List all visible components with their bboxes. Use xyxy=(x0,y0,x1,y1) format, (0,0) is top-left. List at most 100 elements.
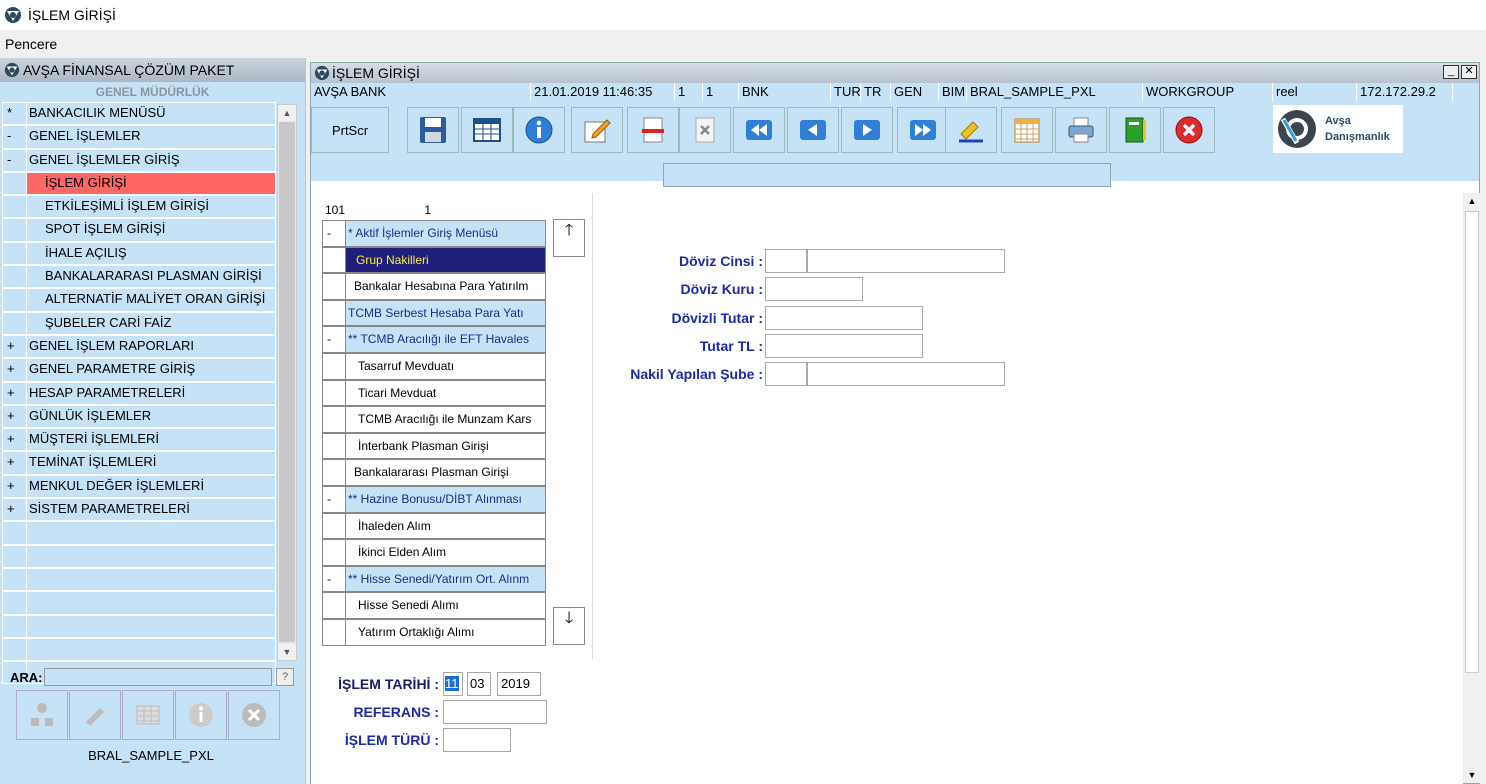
tree-item-label[interactable] xyxy=(26,567,276,592)
scroll-up-icon[interactable]: ▲ xyxy=(278,105,296,121)
list-item[interactable]: Bankalar Hesabına Para Yatırılm xyxy=(322,273,546,300)
list-item[interactable]: İhaleden Alım xyxy=(322,512,546,540)
list-item-label[interactable]: Ticari Mevduat xyxy=(346,379,546,407)
close-button[interactable] xyxy=(228,690,280,740)
tree-row[interactable] xyxy=(2,637,276,662)
list-item-label[interactable]: ** Hisse Senedi/Yatırım Ort. Alınm xyxy=(346,565,546,593)
search-input[interactable] xyxy=(44,668,272,686)
scroll-down-icon[interactable]: ▼ xyxy=(1463,767,1481,783)
list-item[interactable]: İnterbank Plasman Girişi xyxy=(322,432,546,460)
list-item[interactable]: Yatırım Ortaklığı Alımı xyxy=(322,618,546,646)
nakil-sube-code-input[interactable] xyxy=(765,362,807,386)
tree-expander[interactable]: - xyxy=(2,148,26,172)
tree-item-label[interactable] xyxy=(26,521,276,545)
right-scrollbar[interactable]: ▲ ▼ xyxy=(1463,193,1481,783)
tree-expander[interactable]: + xyxy=(2,428,26,452)
close-icon[interactable]: ✕ xyxy=(1461,65,1477,79)
tree-row[interactable]: + SİSTEM PARAMETRELERİ xyxy=(2,498,276,522)
tree-item-label[interactable]: ETKİLEŞİMLİ İŞLEM GİRİŞİ xyxy=(26,195,276,219)
cancel-button[interactable] xyxy=(679,107,731,153)
tree-row[interactable]: - GENEL İŞLEMLER xyxy=(2,125,276,149)
tree-row[interactable]: + MENKUL DEĞER İŞLEMLERİ xyxy=(2,474,276,499)
list-item-label[interactable]: TCMB Serbest Hesaba Para Yatı xyxy=(346,299,546,327)
list-item-marker[interactable] xyxy=(322,618,346,646)
help-button[interactable]: ? xyxy=(276,668,294,686)
list-item[interactable]: - * Aktif İşlemler Giriş Menüsü xyxy=(322,220,546,247)
tree-expander[interactable]: + xyxy=(2,474,26,499)
scroll-down-icon[interactable]: ▼ xyxy=(278,644,296,660)
list-item[interactable]: TCMB Aracılığı ile Munzam Kars xyxy=(322,406,546,433)
list-item-marker[interactable] xyxy=(322,539,346,566)
list-item[interactable]: Tasarruf Mevduatı xyxy=(322,352,546,380)
list-item-label[interactable]: Hisse Senedi Alımı xyxy=(346,592,546,619)
tree-expander[interactable] xyxy=(2,521,26,545)
tree-row[interactable]: BANKALARARASI PLASMAN GİRİŞİ xyxy=(2,265,276,289)
tree-item-label[interactable]: GENEL İŞLEM RAPORLARI xyxy=(26,334,276,359)
list-item-marker[interactable] xyxy=(322,406,346,433)
tree-row[interactable]: ŞUBELER CARİ FAİZ xyxy=(2,311,276,335)
tree-item-label[interactable]: GENEL İŞLEMLER GİRİŞ xyxy=(26,148,276,172)
list-item-label[interactable]: İkinci Elden Alım xyxy=(346,539,546,566)
list-item-marker[interactable]: - xyxy=(322,220,346,247)
list-item-marker[interactable]: - xyxy=(322,485,346,513)
list-item[interactable]: - ** Hazine Bonusu/DİBT Alınması xyxy=(322,485,546,513)
tree-item-label[interactable]: BANKALARARASI PLASMAN GİRİŞİ xyxy=(26,265,276,289)
tree-item-label[interactable]: MÜŞTERİ İŞLEMLERİ xyxy=(26,428,276,452)
tree-item-label[interactable]: ŞUBELER CARİ FAİZ xyxy=(26,311,276,335)
list-item-marker[interactable] xyxy=(322,512,346,540)
tree-expander[interactable]: * xyxy=(2,102,26,126)
tree-item-label[interactable]: İHALE AÇILIŞ xyxy=(26,241,276,266)
tree-row[interactable]: + MÜŞTERİ İŞLEMLERİ xyxy=(2,428,276,452)
list-item-marker[interactable] xyxy=(322,246,346,274)
last-record-button[interactable] xyxy=(897,107,949,153)
list-item-marker[interactable] xyxy=(322,273,346,300)
info-button[interactable] xyxy=(175,690,227,740)
list-down-button[interactable]: 🡓 xyxy=(553,607,585,645)
list-item-label[interactable]: İnterbank Plasman Girişi xyxy=(346,432,546,460)
info-button[interactable] xyxy=(513,107,565,153)
list-item[interactable]: İkinci Elden Alım xyxy=(322,539,546,566)
tree-row[interactable]: + GENEL İŞLEM RAPORLARI xyxy=(2,334,276,359)
previous-record-button[interactable] xyxy=(787,107,839,153)
tree-row[interactable]: SPOT İŞLEM GİRİŞİ xyxy=(2,218,276,242)
calendar-button[interactable] xyxy=(1001,107,1053,153)
tree-expander[interactable] xyxy=(2,544,26,568)
doviz-kuru-input[interactable] xyxy=(765,277,863,301)
tree-expander[interactable]: + xyxy=(2,498,26,522)
tree-expander[interactable] xyxy=(2,637,26,662)
tree-row[interactable] xyxy=(2,521,276,545)
list-item-marker[interactable] xyxy=(322,299,346,327)
list-item-label[interactable]: ** Hazine Bonusu/DİBT Alınması xyxy=(346,485,546,513)
tree-expander[interactable]: + xyxy=(2,358,26,382)
scroll-up-icon[interactable]: ▲ xyxy=(1463,193,1481,209)
day-input[interactable]: 11 xyxy=(443,672,463,696)
tree-row[interactable]: * BANKACILIK MENÜSÜ xyxy=(2,102,276,126)
tree-row[interactable]: İHALE AÇILIŞ xyxy=(2,241,276,266)
delete-record-button[interactable] xyxy=(627,107,679,153)
islem-turu-input[interactable] xyxy=(443,728,511,752)
tree-item-label[interactable]: İŞLEM GİRİŞİ xyxy=(26,171,276,196)
list-item-label[interactable]: * Aktif İşlemler Giriş Menüsü xyxy=(346,220,546,247)
list-item-marker[interactable]: - xyxy=(322,565,346,593)
month-input[interactable]: 03 xyxy=(467,672,491,696)
tree-item-label[interactable]: HESAP PARAMETRELERİ xyxy=(26,381,276,405)
list-item[interactable]: Ticari Mevduat xyxy=(322,379,546,407)
nakil-sube-name-input[interactable] xyxy=(807,362,1005,386)
table-button[interactable] xyxy=(122,690,174,740)
next-record-button[interactable] xyxy=(841,107,893,153)
list-view-button[interactable] xyxy=(461,107,513,153)
tree-item-label[interactable]: ALTERNATİF MALİYET ORAN GİRİŞİ xyxy=(26,288,276,312)
print-screen-button[interactable]: PrtScr xyxy=(311,107,389,153)
tree-item-label[interactable]: SPOT İŞLEM GİRİŞİ xyxy=(26,218,276,242)
list-item[interactable]: Hisse Senedi Alımı xyxy=(322,592,546,619)
dovizli-tutar-input[interactable] xyxy=(765,306,923,330)
tree-row[interactable]: + HESAP PARAMETRELERİ xyxy=(2,381,276,405)
tree-row[interactable]: + GÜNLÜK İŞLEMLER xyxy=(2,404,276,429)
tree-expander[interactable]: + xyxy=(2,451,26,475)
tree-expander[interactable] xyxy=(2,591,26,615)
list-item[interactable]: Grup Nakilleri xyxy=(322,246,546,274)
left-scrollbar[interactable]: ▲ ▼ xyxy=(277,104,297,661)
list-item-label[interactable]: Grup Nakilleri xyxy=(346,246,546,274)
tree-row[interactable] xyxy=(2,614,276,638)
tree-item-label[interactable]: TEMİNAT İŞLEMLERİ xyxy=(26,451,276,475)
